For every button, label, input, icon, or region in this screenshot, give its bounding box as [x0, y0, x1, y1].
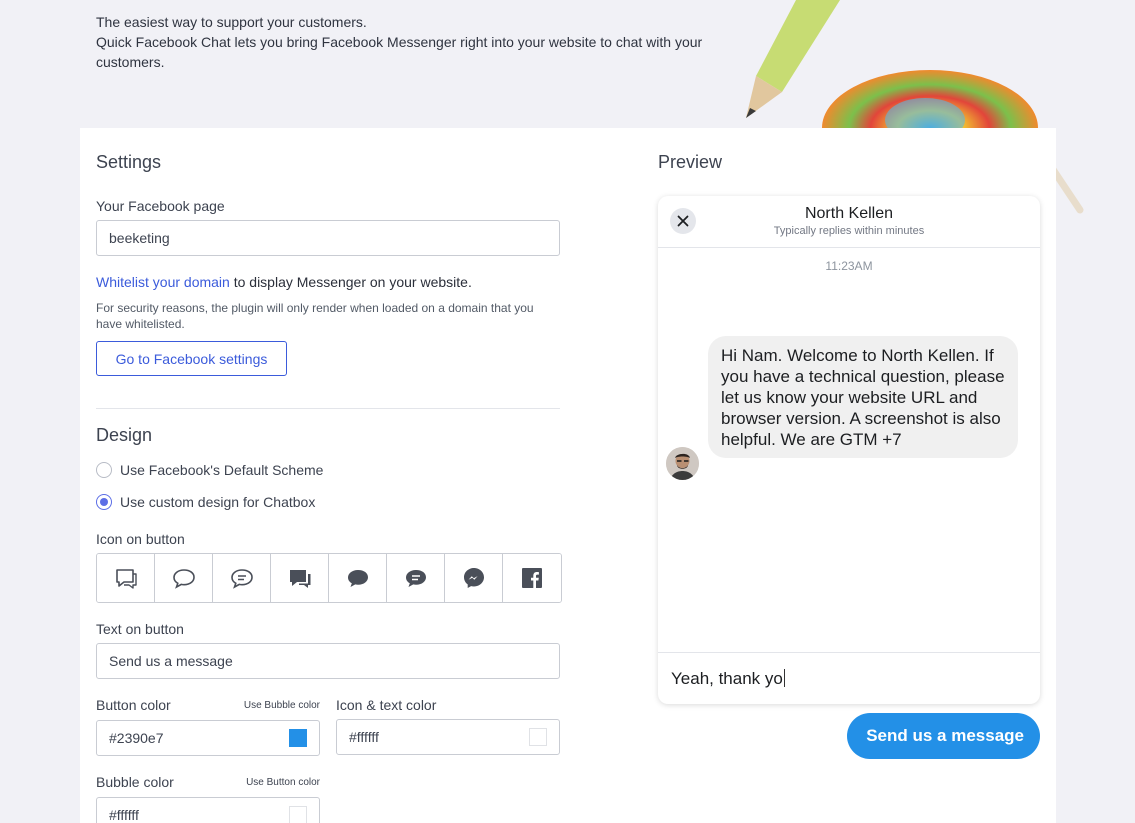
text-on-button-input[interactable]: Send us a message — [96, 643, 560, 679]
intro-text: The easiest way to support your customer… — [96, 12, 716, 72]
chat-header: North Kellen Typically replies within mi… — [658, 196, 1040, 248]
text-on-button-label: Text on button — [96, 621, 184, 637]
bubble-color-input[interactable]: #ffffff — [96, 797, 320, 823]
radio-default-scheme-label: Use Facebook's Default Scheme — [120, 462, 324, 478]
chat-timestamp: 11:23AM — [825, 259, 873, 273]
facebook-page-value: beeketing — [109, 230, 170, 246]
send-message-button[interactable]: Send us a message — [847, 713, 1040, 759]
button-color-input[interactable]: #2390e7 — [96, 720, 320, 756]
preview-title: Preview — [658, 152, 723, 172]
chat-preview-window: North Kellen Typically replies within mi… — [658, 196, 1040, 704]
icon-picker — [96, 553, 562, 603]
section-divider — [96, 408, 560, 409]
radio-default-scheme-indicator[interactable] — [96, 462, 112, 478]
chat-page-name: North Kellen — [804, 205, 894, 222]
facebook-icon[interactable] — [503, 554, 561, 602]
bubble-color-value: #ffffff — [109, 807, 139, 823]
security-note: For security reasons, the plugin will on… — [96, 301, 534, 331]
icon-text-color-value: #ffffff — [349, 729, 379, 745]
chat-bubble-filled-icon[interactable] — [329, 554, 387, 602]
chat-lines-filled-icon[interactable] — [387, 554, 445, 602]
button-color-value: #2390e7 — [109, 730, 164, 746]
use-bubble-color-link[interactable]: Use Bubble color — [220, 700, 320, 711]
bubble-color-swatch[interactable] — [289, 806, 307, 823]
facebook-page-input[interactable]: beeketing — [96, 220, 560, 256]
icon-on-button-label: Icon on button — [96, 531, 185, 547]
avatar — [666, 447, 699, 480]
bubble-color-label: Bubble color — [96, 774, 174, 790]
radio-custom-design-indicator[interactable] — [96, 494, 112, 510]
settings-card: Settings Your Facebook page beeketing Wh… — [80, 128, 1056, 823]
messenger-icon[interactable] — [445, 554, 503, 602]
settings-title: Settings — [96, 152, 162, 172]
chat-lines-outline-icon[interactable] — [213, 554, 271, 602]
design-title: Design — [96, 425, 153, 445]
chat-message-bubble: Hi Nam. Welcome to North Kellen. If you … — [708, 336, 1018, 458]
whitelist-rest-text: to display Messenger on your website. — [229, 274, 472, 290]
whitelist-text: Whitelist your domain to display Messeng… — [96, 274, 472, 290]
chat-outline-icon[interactable] — [97, 554, 155, 602]
facebook-page-label: Your Facebook page — [96, 198, 225, 214]
icon-text-color-input[interactable]: #ffffff — [336, 719, 560, 755]
text-caret — [783, 669, 785, 687]
go-to-facebook-settings-button[interactable]: Go to Facebook settings — [96, 341, 287, 376]
radio-custom-design-label: Use custom design for Chatbox — [120, 494, 316, 510]
button-color-swatch[interactable] — [289, 729, 307, 747]
close-icon[interactable] — [670, 208, 696, 234]
chat-typed-text: Yeah, thank yo — [671, 669, 783, 688]
icon-text-color-swatch[interactable] — [529, 728, 547, 746]
radio-default-scheme[interactable]: Use Facebook's Default Scheme — [96, 462, 323, 478]
intro-line-2: Quick Facebook Chat lets you bring Faceb… — [96, 34, 703, 70]
chat-response-time: Typically replies within minutes — [773, 225, 925, 237]
icon-text-color-label: Icon & text color — [336, 697, 437, 713]
whitelist-domain-link[interactable]: Whitelist your domain — [96, 274, 230, 290]
button-color-label: Button color — [96, 697, 171, 713]
radio-custom-design[interactable]: Use custom design for Chatbox — [96, 494, 315, 510]
use-button-color-link[interactable]: Use Button color — [220, 777, 320, 788]
intro-line-1: The easiest way to support your customer… — [96, 14, 367, 30]
chat-filled-icon[interactable] — [271, 554, 329, 602]
chat-bubble-outline-icon[interactable] — [155, 554, 213, 602]
text-on-button-value: Send us a message — [109, 653, 233, 669]
chat-message-input[interactable]: Yeah, thank yo — [658, 652, 1040, 704]
